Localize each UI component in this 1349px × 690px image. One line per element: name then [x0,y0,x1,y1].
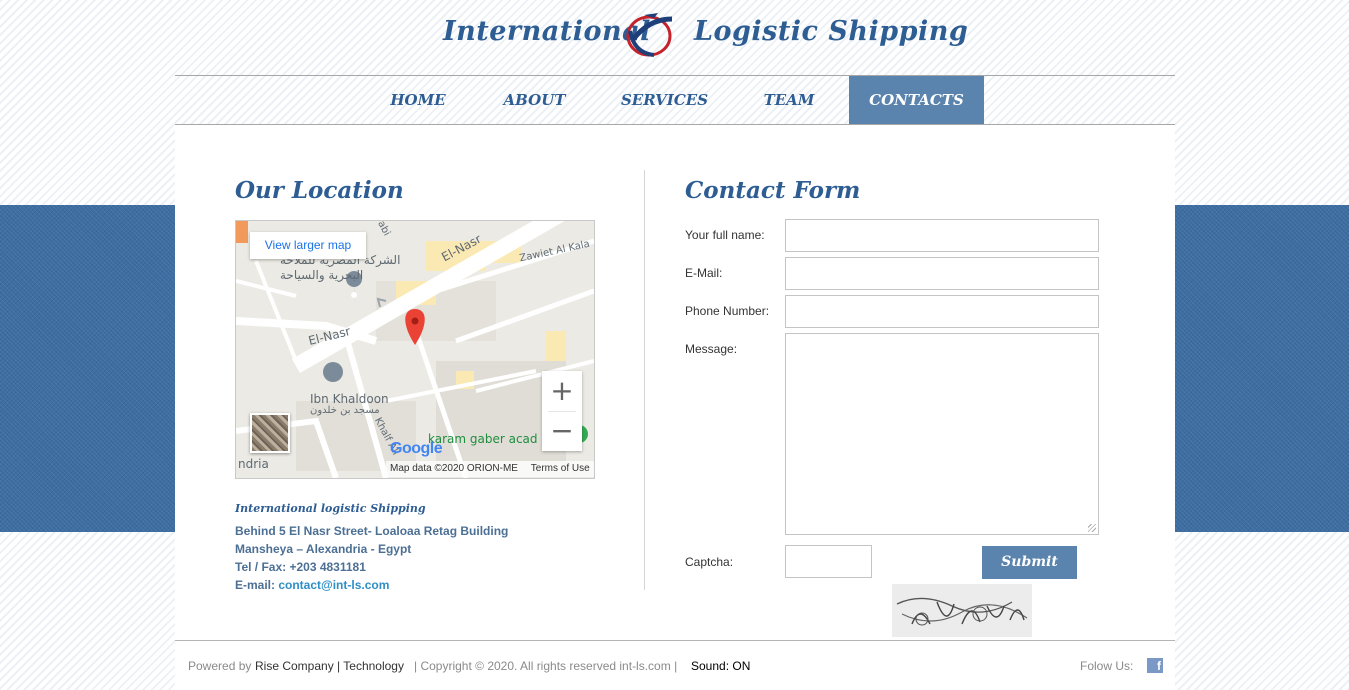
site-footer: Powered by Rise Company | Technology | C… [175,641,1175,690]
map-label-mosque-ar: مسجد بن خلدون [310,405,380,416]
nav-services[interactable]: SERVICES [618,76,711,124]
google-logo: Google [390,440,443,458]
zoom-in-button[interactable]: + [542,371,582,411]
our-location-title: Our Location [235,177,404,204]
view-larger-map-link[interactable]: View larger map [250,232,366,259]
email-line: E-mail: contact@int-ls.com [235,578,389,592]
captcha-input[interactable] [785,545,872,578]
powered-by-text: Powered by [188,659,252,673]
site-header: International Logistic Shipping [0,0,1349,75]
map-data-text: Map data ©2020 ORION-ME [390,463,518,474]
phone-label: Phone Number: [685,304,770,318]
copyright-text: | Copyright © 2020. All rights reserved … [414,659,678,673]
map-label-city: ndria [238,457,269,471]
follow-us-label: Folow Us: [1080,659,1134,673]
company-name: International logistic Shipping [235,502,426,515]
captcha-image [892,584,1032,637]
address-line1: Behind 5 El Nasr Street- Loaloaa Retag B… [235,524,509,538]
zoom-out-button[interactable]: − [542,411,582,451]
map-zoom-controls: + − [542,371,582,451]
tel-fax: Tel / Fax: +203 4831181 [235,560,366,574]
content-panel: Our Location الشركة المصرية للملاحة البح… [175,125,1175,640]
nav-about[interactable]: ABOUT [495,76,574,124]
brand-name-left: International [443,16,651,47]
map-label-poi-line2: البحرية والسياحة [280,268,364,282]
facebook-icon[interactable]: f [1147,658,1163,673]
submit-button[interactable]: Submit [982,546,1077,579]
brand-name-right: Logistic Shipping [694,16,969,47]
map-attribution: Map data ©2020 ORION-ME Terms of Use [386,461,594,477]
message-label: Message: [685,342,738,356]
column-divider [644,170,645,590]
logo-globe-icon [626,13,673,57]
email-field[interactable] [785,257,1099,290]
message-textarea[interactable] [785,333,1099,535]
full-name-label: Your full name: [685,228,765,242]
phone-input[interactable] [785,295,1099,328]
map-label-academy: karam gaber acad [428,432,538,446]
google-logo-text: Google [390,440,443,457]
nav-home[interactable]: HOME [381,76,455,124]
satellite-toggle[interactable] [250,413,290,453]
email-label: E-mail: [235,578,279,592]
captcha-label: Captcha: [685,555,734,569]
terms-of-use-link[interactable]: Terms of Use [531,463,590,474]
map-label-mosque-en: Ibn Khaldoon [310,392,389,406]
nav-contacts[interactable]: CONTACTS [849,76,984,124]
address-line2: Mansheya – Alexandria - Egypt [235,542,412,556]
contact-form-title: Contact Form [685,177,861,204]
full-name-input[interactable] [785,219,1099,252]
main-nav: HOME ABOUT SERVICES TEAM CONTACTS [175,75,1175,125]
rise-company-link[interactable]: Rise Company | Technology [255,659,404,673]
sound-toggle[interactable]: Sound: ON [691,659,750,673]
map-embed[interactable]: الشركة المصرية للملاحة البحرية والسياحة … [235,220,595,479]
resize-handle-icon[interactable] [1088,524,1096,532]
email-link[interactable]: contact@int-ls.com [278,578,389,592]
email-field-label: E-Mail: [685,266,723,280]
nav-team[interactable]: TEAM [755,76,823,124]
